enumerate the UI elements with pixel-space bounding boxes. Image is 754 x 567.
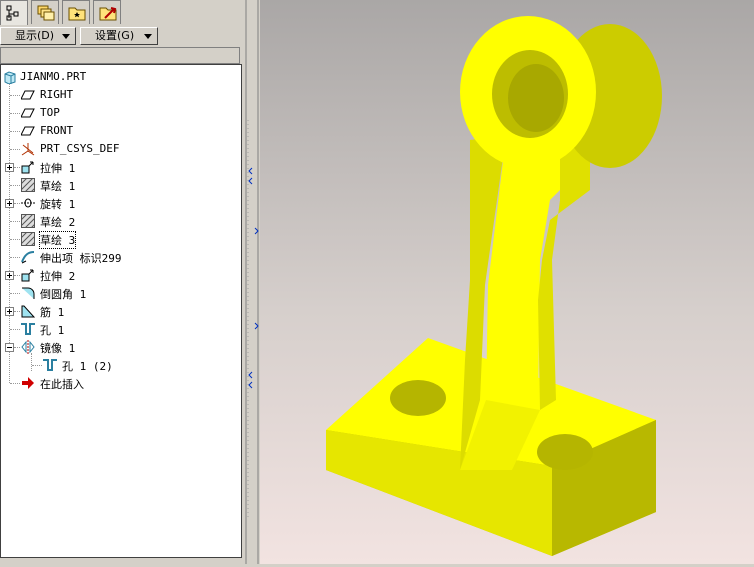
tree-item-label: 伸出项 标识299 [40,252,122,265]
folder-star-icon [68,7,86,21]
sweep-icon [21,251,35,264]
datum-plane-icon [21,126,35,136]
tree-item-front[interactable]: FRONT [1,122,241,140]
datum-plane-icon [21,108,35,118]
model-tree: JIANMO.PRT RIGHT TOP FRONT PRT_CSYS_DEF … [0,64,242,558]
pane-splitter[interactable] [244,0,260,564]
tree-item-mirror-1[interactable]: 镜像 1 [1,338,241,356]
collapse-left-arrow-icon [248,167,253,185]
tree-item-sketch-1[interactable]: 草绘 1 [1,176,241,194]
expand-icon[interactable] [5,307,14,316]
model-tree-pane: 显示(D) 设置(G) JIANMO.PRT RIGHT TOP FRONT P… [0,0,244,564]
rib-icon [21,305,35,318]
tree-item-top[interactable]: TOP [1,104,241,122]
extrude-icon [21,269,34,282]
tab-favorites[interactable] [62,0,90,24]
tree-item-label: 孔 1 [40,324,65,337]
hole-icon [21,323,35,335]
tree-item-sketch-2[interactable]: 草绘 2 [1,212,241,230]
tree-item-right[interactable]: RIGHT [1,86,241,104]
layers-icon [37,5,55,21]
base-hole-left [390,380,446,416]
tree-item-sketch-3[interactable]: 草绘 3 [1,230,241,249]
tab-connections[interactable] [93,0,121,24]
tree-item-hole-1-copy[interactable]: 孔 1 (2) [1,356,241,374]
tree-item-csys[interactable]: PRT_CSYS_DEF [1,140,241,158]
tab-model-tree[interactable] [0,0,28,25]
base-hole-right [537,434,593,470]
tree-item-label: 筋 1 [40,306,65,319]
settings-menu-label: 设置(G) [95,29,135,42]
collapse-left-arrow-icon [248,371,253,389]
tree-item-extrude-1[interactable]: 拉伸 1 [1,158,241,176]
tree-item-label: 拉伸 1 [40,162,76,175]
csys-icon [21,143,35,156]
model-tree-icon [6,5,19,21]
model-3d-view [326,16,662,556]
part-icon [4,71,16,84]
expand-icon[interactable] [5,199,14,208]
tree-filter-field[interactable] [0,47,240,64]
tree-item-revolve-1[interactable]: 旋转 1 [1,194,241,212]
expand-icon[interactable] [5,163,14,172]
revolve-icon [21,198,35,208]
settings-menu-button[interactable]: 设置(G) [80,27,158,45]
tree-item-label: 旋转 1 [40,198,76,211]
tree-item-label: FRONT [40,124,74,137]
sketch-icon [21,232,35,246]
tree-root-label: JIANMO.PRT [20,70,87,83]
collapse-icon[interactable] [5,343,14,352]
tree-item-label: 草绘 2 [40,216,76,229]
tree-item-label-selected: 草绘 3 [38,231,77,249]
dropdown-arrow-icon [62,34,70,39]
tree-item-hole-1[interactable]: 孔 1 [1,320,241,338]
navigator-tabs [0,0,244,25]
show-menu-label: 显示(D) [15,29,55,42]
tree-item-insert-here[interactable]: 在此插入 [1,374,241,392]
tree-item-label: 孔 1 (2) [62,360,113,373]
connections-icon [99,7,117,21]
tree-item-round-1[interactable]: 倒圆角 1 [1,284,241,302]
mirror-icon [21,340,35,354]
tree-item-label: TOP [40,106,60,119]
tree-item-rib-1[interactable]: 筋 1 [1,302,241,320]
tree-item-extrude-2[interactable]: 拉伸 2 [1,266,241,284]
tree-item-protrusion[interactable]: 伸出项 标识299 [1,248,241,266]
sketch-icon [21,178,35,192]
tree-item-label: 倒圆角 1 [40,288,87,301]
tree-menu-bar: 显示(D) 设置(G) [0,26,244,46]
tree-item-label: 草绘 1 [40,180,76,193]
expand-icon[interactable] [5,271,14,280]
hole-icon [43,359,57,371]
graphics-viewport[interactable] [260,0,754,564]
tree-item-label: 在此插入 [40,378,84,391]
sketch-icon [21,214,35,228]
dropdown-arrow-icon [144,34,152,39]
splitter-grip [245,0,259,564]
show-menu-button[interactable]: 显示(D) [0,27,76,45]
tree-item-label: RIGHT [40,88,74,101]
tab-layers[interactable] [31,0,59,24]
insert-arrow-icon [22,377,34,389]
tree-root[interactable]: JIANMO.PRT [1,68,241,86]
extrude-icon [21,161,34,174]
datum-plane-icon [21,90,35,100]
tree-item-label: 拉伸 2 [40,270,76,283]
tree-item-label: 镜像 1 [40,342,76,355]
round-icon [22,287,35,299]
tree-item-label: PRT_CSYS_DEF [40,142,120,155]
